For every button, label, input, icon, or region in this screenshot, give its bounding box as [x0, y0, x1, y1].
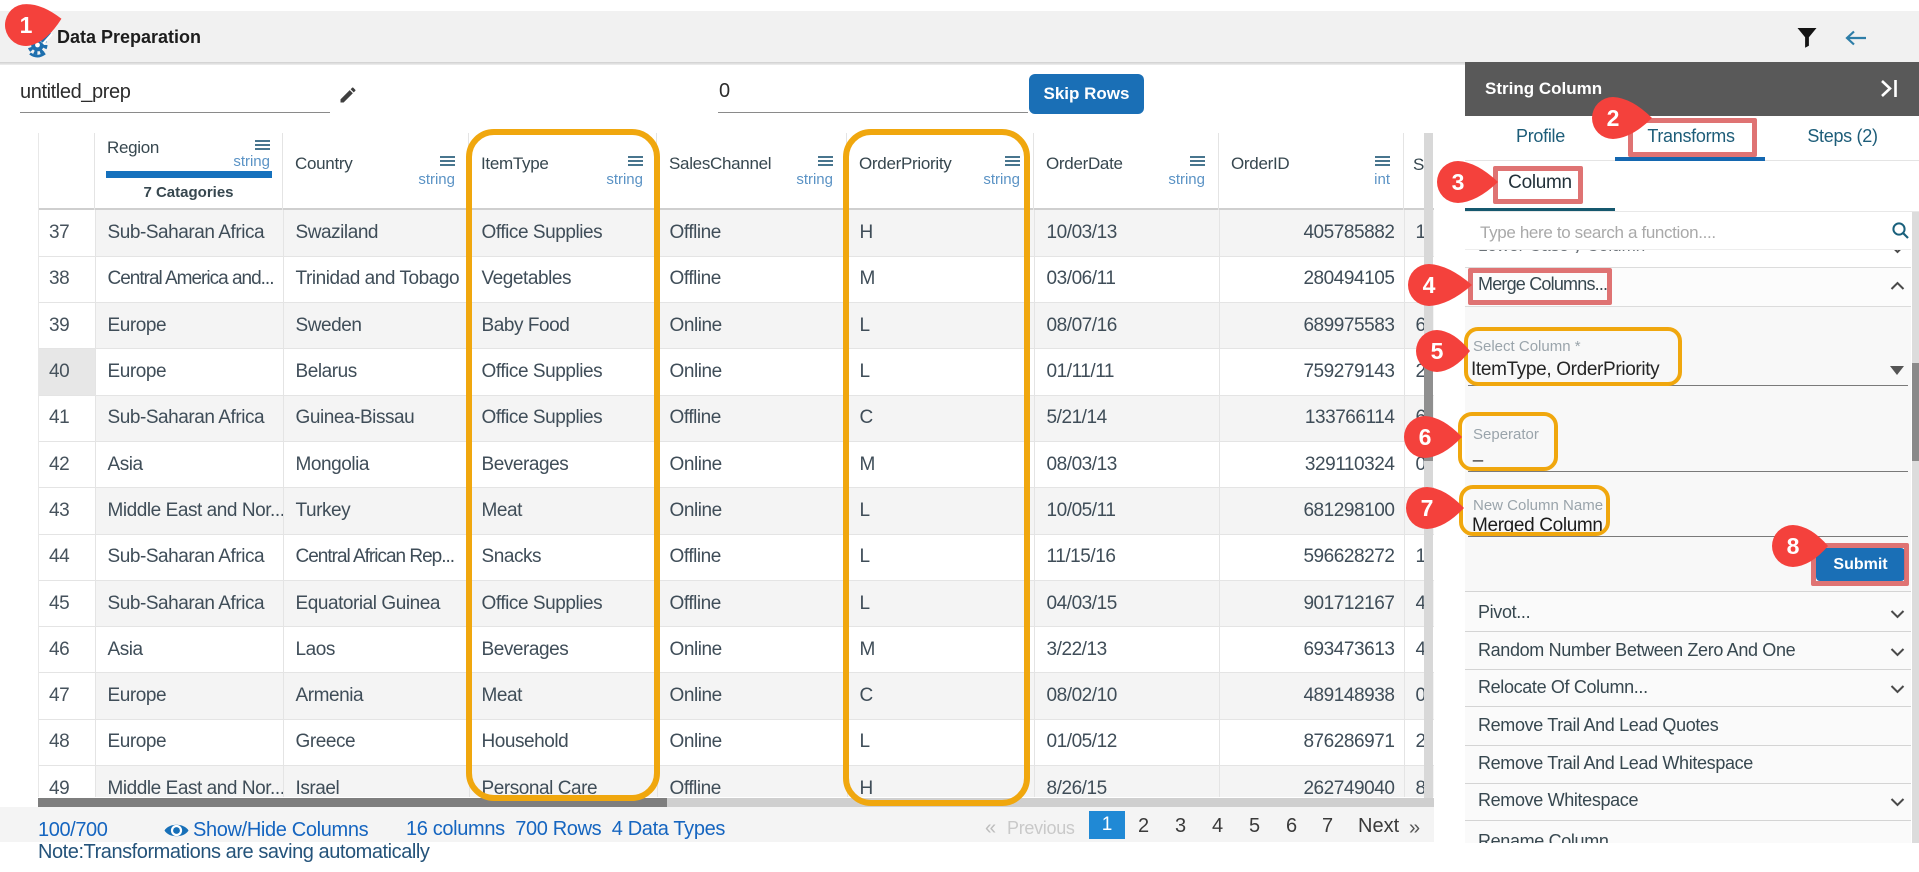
- svg-text:4: 4: [1423, 272, 1436, 298]
- svg-text:6: 6: [1419, 424, 1432, 450]
- svg-text:5: 5: [1431, 338, 1444, 364]
- svg-text:8: 8: [1787, 533, 1800, 559]
- svg-text:2: 2: [1607, 105, 1620, 131]
- svg-text:1: 1: [20, 12, 33, 38]
- svg-text:3: 3: [1452, 169, 1465, 195]
- svg-text:7: 7: [1421, 495, 1434, 521]
